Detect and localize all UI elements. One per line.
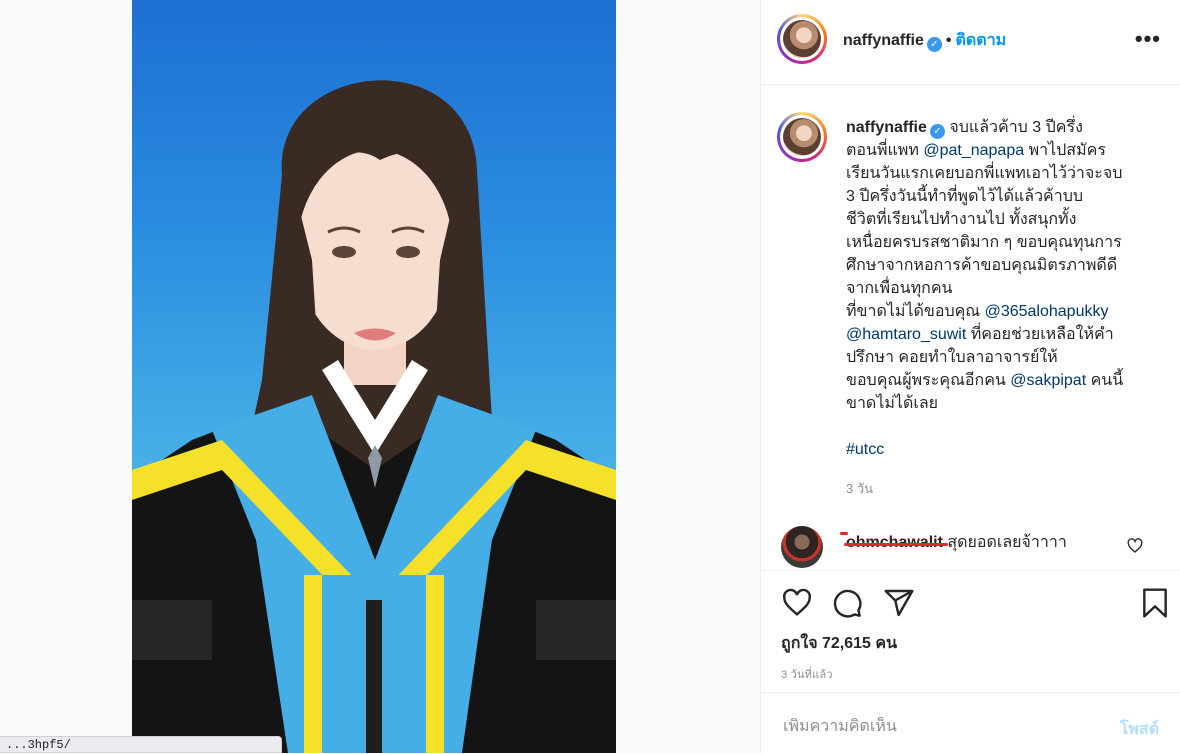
redaction-mark: [840, 532, 848, 535]
comment-icon[interactable]: [831, 587, 863, 619]
caption-line-text: ตอนพี่แพท: [846, 142, 924, 159]
heart-icon[interactable]: [781, 587, 813, 619]
comment-input[interactable]: [781, 717, 1085, 737]
caption-text: naffynaffie ✓ จบแล้วค้าบ 3 ปีครึ่ง ตอนพี่…: [846, 116, 1156, 461]
graduation-portrait-image: [132, 80, 616, 753]
separator: •: [945, 32, 952, 49]
bookmark-icon[interactable]: [1139, 587, 1171, 619]
author-avatar[interactable]: [777, 14, 827, 64]
caption-avatar[interactable]: [777, 112, 827, 162]
commenter-avatar[interactable]: [781, 526, 823, 568]
caption-time[interactable]: 3 วัน: [846, 478, 873, 499]
comment-username[interactable]: ohmchawalit: [840, 532, 948, 551]
author-username[interactable]: naffynaffie: [843, 32, 924, 49]
caption-line-text: คนนี้: [1086, 372, 1124, 389]
author-line: naffynaffie ✓ • ติดตาม: [843, 28, 1006, 53]
caption-line-text: ศึกษาจากหอการค้าขอบคุณมิตรภาพดีดี: [846, 257, 1118, 274]
photo-viewer: ...3hpf5/: [0, 0, 760, 753]
caption-line-text: 3 ปีครึ่งวันนี้ทำที่พูดไว้ได้แล้วค้าบบ: [846, 188, 1084, 205]
caption-line-text: จากเพื่อนทุกคน: [846, 280, 953, 297]
caption-line-text: จบแล้วค้าบ 3 ปีครึ่ง: [949, 119, 1083, 136]
more-options-icon[interactable]: •••: [1135, 26, 1161, 52]
caption-line-text: เรียนวันแรกเคยบอกพี่แพทเอาไว้ว่าจะจบ: [846, 165, 1123, 182]
caption-line-text: พาไปสมัคร: [1024, 142, 1106, 159]
post-side-panel: naffynaffie ✓ • ติดตาม ••• naffynaffie ✓ จบแ…: [760, 0, 1180, 753]
verified-badge-icon: ✓: [929, 124, 945, 139]
comment-text: สุดยอดเลยจ้าาาา: [942, 534, 1067, 551]
caption-line-text: ชีวิตที่เรียนไปทำงานไป ทั้งสนุกทั้ง: [846, 211, 1077, 228]
add-comment-bar: โพสต์: [761, 692, 1180, 754]
caption-line-text: ปรึกษา คอยทำใบลาอาจารย์ให้: [846, 349, 1058, 366]
heart-outline-icon[interactable]: [1127, 538, 1143, 554]
hashtag-link[interactable]: #utcc: [846, 441, 884, 458]
caption-line-text: ขอบคุณผู้พระคุณอีกคน: [846, 372, 1011, 389]
post-header: naffynaffie ✓ • ติดตาม •••: [761, 0, 1180, 85]
post-photo[interactable]: [132, 0, 616, 753]
caption-line-text: ที่ขาดไม่ได้ขอบคุณ: [846, 303, 985, 320]
post-actions: ถูกใจ 72,615 คน 3 วันที่แล้ว: [761, 570, 1180, 691]
mention-link[interactable]: @pat_napapa: [923, 142, 1024, 159]
comment-item: ohmchawalit สุดยอดเลยจ้าาาา: [761, 522, 1180, 568]
post-caption: naffynaffie ✓ จบแล้วค้าบ 3 ปีครึ่ง ตอนพี่…: [761, 100, 1180, 510]
share-icon[interactable]: [883, 587, 915, 619]
redaction-scribble: [844, 543, 948, 546]
caption-username[interactable]: naffynaffie: [846, 119, 927, 136]
status-url-bar: ...3hpf5/: [0, 736, 282, 753]
caption-line-text: ขาดไม่ได้เลย: [846, 395, 938, 412]
caption-line-text: ที่คอยช่วยเหลือให้คำ: [966, 326, 1114, 343]
likes-count[interactable]: ถูกใจ 72,615 คน: [781, 631, 897, 656]
mention-link[interactable]: @sakpipat: [1010, 372, 1086, 389]
mention-link[interactable]: @365alohapukky: [985, 303, 1109, 320]
caption-line-text: เหนื่อยครบรสชาติมาก ๆ ขอบคุณทุนการ: [846, 234, 1122, 251]
post-comment-button[interactable]: โพสต์: [1120, 717, 1159, 742]
verified-badge-icon: ✓: [926, 37, 942, 52]
post-date[interactable]: 3 วันที่แล้ว: [781, 665, 833, 683]
follow-button[interactable]: ติดตาม: [956, 32, 1007, 49]
comment-body: ohmchawalit สุดยอดเลยจ้าาาา: [840, 530, 1067, 555]
mention-link[interactable]: @hamtaro_suwit: [846, 326, 966, 343]
